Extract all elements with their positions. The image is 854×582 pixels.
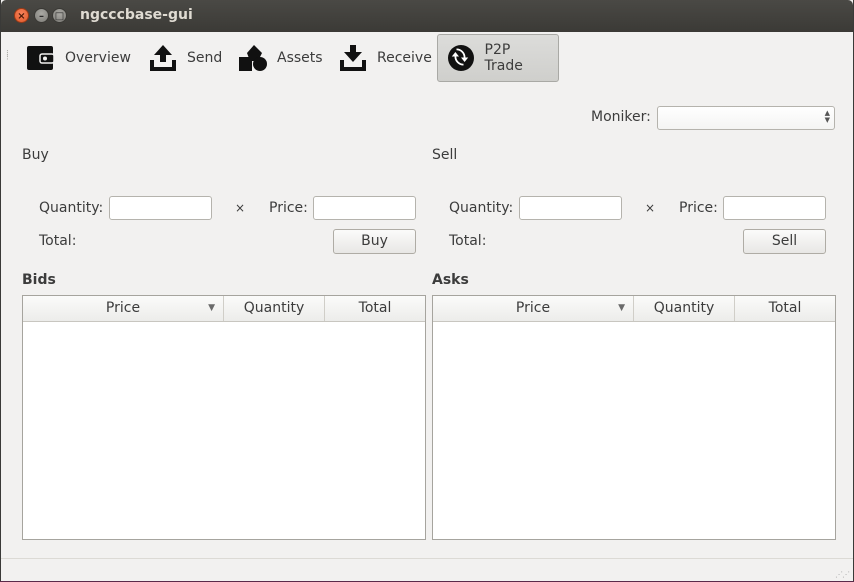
resize-grip-icon[interactable]: ⋰⋰: [835, 570, 850, 579]
moniker-select[interactable]: ▲ ▼: [657, 106, 835, 130]
sort-descending-icon: ▼: [618, 303, 625, 313]
sell-quantity-input[interactable]: [519, 196, 622, 220]
toolbar-grip[interactable]: ⁝ ⁝: [6, 50, 9, 63]
asks-column-total[interactable]: Total: [735, 296, 835, 321]
buy-price-label: Price:: [269, 200, 308, 216]
buy-button[interactable]: Buy: [333, 229, 416, 254]
toolbar-label: Assets: [277, 50, 323, 66]
toolbar-label: Receive: [377, 50, 432, 66]
status-bar: ⋰⋰: [1, 558, 853, 582]
minimize-window-button[interactable]: –: [34, 8, 49, 23]
buy-price-input[interactable]: [313, 196, 416, 220]
bids-table-header: Price ▼ Quantity Total: [23, 296, 425, 322]
sync-icon: [446, 42, 477, 74]
window-title: ngcccbase-gui: [80, 7, 193, 23]
sell-heading: Sell: [432, 147, 458, 163]
bids-column-quantity[interactable]: Quantity: [224, 296, 325, 321]
sell-price-label: Price:: [679, 200, 718, 216]
asks-column-quantity[interactable]: Quantity: [634, 296, 735, 321]
shapes-icon: [237, 42, 269, 74]
asks-table[interactable]: Price ▼ Quantity Total: [432, 295, 836, 540]
toolbar-label: P2P Trade: [484, 42, 523, 74]
toolbar-receive[interactable]: Receive: [329, 34, 440, 82]
sell-quantity-label: Quantity:: [449, 200, 514, 216]
sell-price-input[interactable]: [723, 196, 826, 220]
asks-heading: Asks: [432, 272, 469, 288]
toolbar-label: Send: [187, 50, 223, 66]
sell-button[interactable]: Sell: [743, 229, 826, 254]
toolbar-label: Overview: [65, 50, 131, 66]
sell-multiply-sign: ×: [645, 201, 656, 215]
buy-quantity-input[interactable]: [109, 196, 212, 220]
buy-total-label: Total:: [39, 233, 77, 249]
sell-total-label: Total:: [449, 233, 487, 249]
bids-column-total[interactable]: Total: [325, 296, 425, 321]
toolbar-assets[interactable]: Assets: [229, 34, 331, 82]
sort-descending-icon: ▼: [208, 303, 215, 313]
buy-heading: Buy: [22, 147, 49, 163]
asks-column-price[interactable]: Price ▼: [433, 296, 634, 321]
column-label: Price: [515, 300, 551, 316]
bids-table[interactable]: Price ▼ Quantity Total: [22, 295, 426, 540]
toolbar-send[interactable]: Send: [139, 34, 230, 82]
moniker-label: Moniker:: [591, 109, 651, 125]
bids-column-price[interactable]: Price ▼: [23, 296, 224, 321]
upload-icon: [147, 42, 179, 74]
maximize-window-button[interactable]: □: [52, 8, 67, 23]
bids-heading: Bids: [22, 272, 56, 288]
wallet-icon: [25, 42, 57, 74]
download-icon: [337, 42, 369, 74]
title-bar: × – □ ngcccbase-gui: [1, 0, 853, 32]
buy-multiply-sign: ×: [235, 201, 246, 215]
spinner-arrows-icon: ▲ ▼: [824, 109, 830, 124]
asks-table-header: Price ▼ Quantity Total: [433, 296, 835, 322]
buy-quantity-label: Quantity:: [39, 200, 104, 216]
toolbar: ⁝ ⁝ Overview Send Assets Receive P2P Tra…: [1, 32, 853, 86]
close-window-button[interactable]: ×: [14, 8, 29, 23]
toolbar-overview[interactable]: Overview: [17, 34, 139, 82]
column-label: Price: [105, 300, 141, 316]
toolbar-p2p-trade[interactable]: P2P Trade: [437, 34, 559, 82]
main-window: × – □ ngcccbase-gui ⁝ ⁝ Overview Send Ass…: [0, 0, 854, 581]
